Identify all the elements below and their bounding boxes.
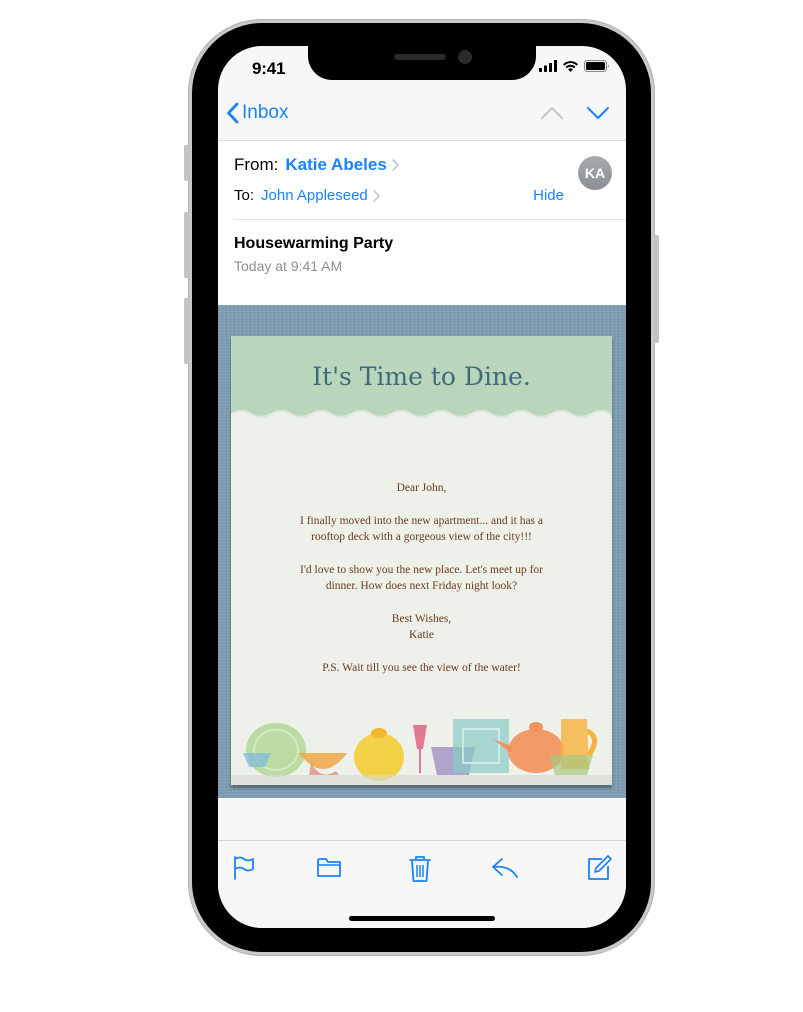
notch — [308, 46, 536, 80]
letter-postscript: P.S. Wait till you see the view of the w… — [322, 661, 521, 674]
hide-details-link[interactable]: Hide — [533, 187, 564, 204]
letter-paragraph-2: I'd love to show you the new place. Let'… — [231, 562, 612, 595]
letter-line: I'd love to show you the new place. Let'… — [299, 563, 544, 576]
home-indicator[interactable] — [349, 916, 495, 921]
from-row: From: Katie Abeles — [234, 155, 399, 175]
to-label: To: — [234, 187, 255, 204]
wifi-icon — [563, 61, 578, 72]
to-row: To: John Appleseed — [234, 187, 380, 204]
power-button — [653, 235, 659, 343]
previous-message-icon[interactable] — [540, 106, 564, 120]
folder-icon[interactable] — [316, 855, 342, 879]
volume-up-button — [184, 212, 190, 278]
sender-name[interactable]: Katie Abeles — [285, 155, 386, 175]
from-label: From: — [234, 155, 279, 174]
status-time: 9:41 — [252, 59, 286, 78]
invitation-card: It's Time to Dine. Dear John, I finally … — [231, 336, 612, 785]
phone-screen: 9:41 Inbox From: Katie Abeles To: John A… — [218, 46, 626, 928]
back-button-label: Inbox — [242, 102, 289, 123]
letter-paragraph-1: I finally moved into the new apartment..… — [231, 513, 612, 546]
front-camera — [458, 50, 472, 64]
trash-icon[interactable] — [408, 855, 432, 883]
flag-icon[interactable] — [232, 855, 256, 881]
chevron-right-icon — [392, 159, 399, 171]
letter-line: dinner. How does next Friday night look? — [325, 580, 518, 592]
dishware-illustration — [231, 719, 612, 785]
chevron-left-icon — [227, 102, 239, 124]
next-message-icon[interactable] — [586, 106, 610, 120]
chevron-right-icon — [372, 189, 380, 202]
letter-line: I finally moved into the new apartment..… — [299, 514, 544, 527]
battery-icon — [584, 60, 609, 72]
scalloped-edge — [231, 410, 612, 424]
letter-closing: Best Wishes, — [391, 612, 452, 625]
card-title: It's Time to Dine. — [312, 362, 531, 391]
back-button[interactable]: Inbox — [226, 102, 288, 124]
letter-closing-block: Best Wishes, Katie — [231, 611, 612, 644]
navigation-bar: Inbox — [218, 92, 626, 141]
sender-avatar[interactable]: KA — [578, 156, 612, 190]
reply-icon[interactable] — [490, 855, 520, 879]
letter-signature: Katie — [409, 629, 434, 641]
letter-greeting: Dear John, — [396, 482, 447, 494]
recipient-name[interactable]: John Appleseed — [261, 187, 368, 204]
stationery-background: It's Time to Dine. Dear John, I finally … — [218, 305, 626, 798]
message-date: Today at 9:41 AM — [234, 258, 343, 274]
message-subject: Housewarming Party — [234, 235, 394, 252]
letter-body: Dear John, I finally moved into the new … — [231, 480, 612, 692]
cellular-signal-icon — [539, 60, 557, 72]
compose-icon[interactable] — [586, 855, 612, 881]
speaker-grille — [394, 54, 446, 60]
letter-line: rooftop deck with a gorgeous view of the… — [311, 531, 532, 543]
message-header: From: Katie Abeles To: John Appleseed Hi… — [218, 141, 626, 305]
bottom-toolbar — [218, 840, 626, 928]
mute-switch — [184, 145, 190, 181]
status-icons — [539, 60, 610, 72]
volume-down-button — [184, 298, 190, 364]
header-divider — [234, 219, 626, 220]
